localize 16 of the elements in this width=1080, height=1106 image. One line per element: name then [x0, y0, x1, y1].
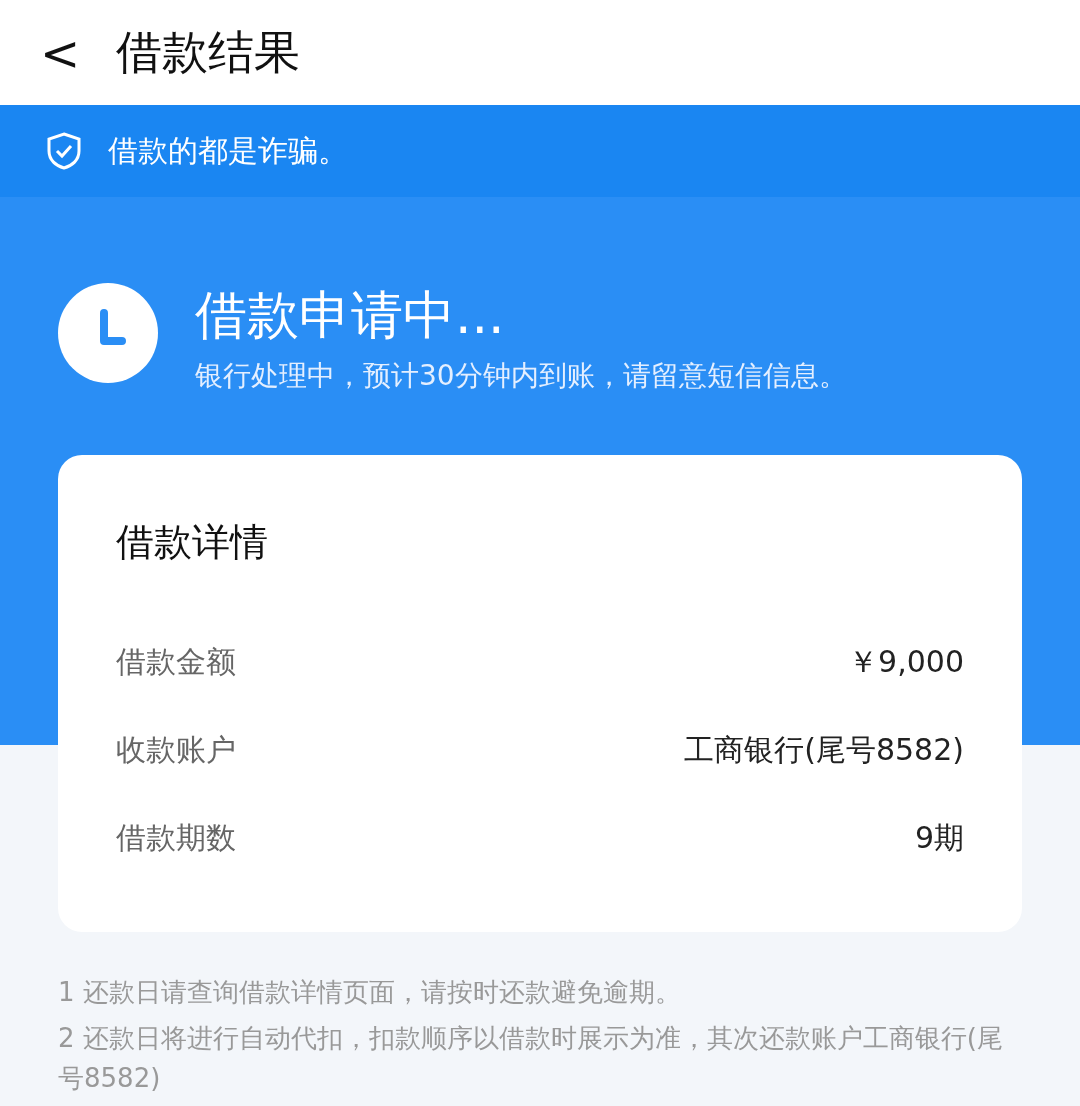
detail-label: 收款账户 — [116, 730, 236, 769]
shield-check-icon — [46, 132, 82, 170]
notice-text: 借款的都是诈骗。 — [108, 131, 348, 170]
detail-label: 借款期数 — [116, 818, 236, 857]
detail-value: 工商银行(尾号8582) — [684, 730, 964, 769]
detail-value: 9期 — [914, 818, 964, 857]
note-text: 1 还款日请查询借款详情页面，请按时还款避免逾期。 — [58, 976, 682, 1009]
clock-icon — [58, 283, 158, 383]
detail-label: 借款金额 — [116, 642, 236, 681]
detail-value: ￥9,000 — [848, 642, 964, 681]
note-text: 2 还款日将进行自动代扣，扣款顺序以借款时展示为准，其次还款账户工商银行(尾号8582) — [58, 1022, 1004, 1095]
page-title: 借款结果 — [116, 23, 301, 81]
status-title: 借款申请中... — [195, 284, 506, 347]
card-title: 借款详情 — [116, 519, 269, 566]
back-button[interactable]: < — [40, 28, 81, 77]
status-subtitle: 银行处理中，预计30分钟内到账，请留意短信信息。 — [195, 358, 847, 394]
